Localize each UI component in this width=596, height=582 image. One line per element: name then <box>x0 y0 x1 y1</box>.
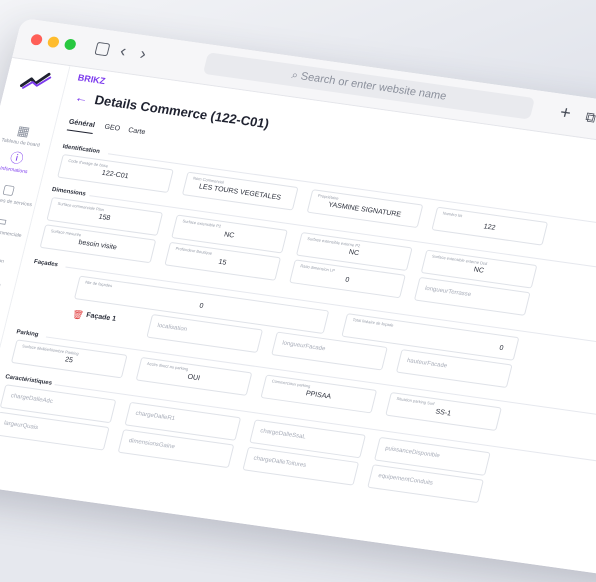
sidebar-item-icon: ▢ <box>1 181 17 198</box>
field-value: LES TOURS VEGETALES <box>198 183 282 202</box>
field-placeholder: chargeDalleAdc <box>10 393 54 405</box>
section-identification-title: Identification <box>61 143 101 156</box>
field-value: 0 <box>498 344 505 353</box>
field-placeholder: largeurQuais <box>3 420 39 432</box>
field-value: 122-C01 <box>100 169 130 181</box>
address-placeholder: Search or enter website name <box>299 70 448 103</box>
field-placeholder: dimensionsGaine <box>127 438 176 451</box>
field-value: 15 <box>217 258 228 267</box>
field-placeholder: hauteurFacade <box>406 357 448 370</box>
minimize-window-button[interactable] <box>46 35 61 49</box>
field-value: OUI <box>186 373 201 383</box>
field-value: NC <box>223 231 236 240</box>
sidebar-item-2[interactable]: ▢ Procédures de services <box>0 179 39 209</box>
field-placeholder: equipementConduits <box>377 473 434 487</box>
field-value: besoin visite <box>77 239 118 252</box>
back-arrow-icon[interactable]: ← <box>73 89 90 105</box>
field-placeholder: chargeDalleSsaL <box>259 428 307 441</box>
field-placeholder: chargeDalleR1 <box>134 410 176 423</box>
tab-geo[interactable]: GEO <box>104 124 121 133</box>
sidebar-item-3[interactable]: ▭Gestion commerciale <box>0 210 32 240</box>
tabs-overview-button[interactable]: ⧉ <box>584 109 596 127</box>
field-value: YASMINE SIGNATURE <box>327 201 402 219</box>
tab-active-indicator <box>66 129 93 134</box>
browser-stage: ▢ ‹ › ⌕ Search or enter website name + ⧉… <box>0 18 596 582</box>
sidebar-item-1[interactable]: ⓘ Informations <box>0 148 47 178</box>
field-value: PPISAA <box>305 390 332 401</box>
new-tab-button[interactable]: + <box>558 102 573 124</box>
sidebar-item-icon: ▭ <box>0 212 10 229</box>
field-placeholder: chargeDalleToitures <box>252 455 307 469</box>
field-placeholder: longueurTerrasse <box>424 285 472 299</box>
back-button[interactable]: ‹ <box>118 41 128 61</box>
browser-window: ▢ ‹ › ⌕ Search or enter website name + ⧉… <box>0 18 596 582</box>
tab-carte[interactable]: Carte <box>127 127 146 136</box>
main-content: BRIKZ ← Details Commerce (122-C01) Génér… <box>0 66 596 582</box>
sidebar-toggle-icon[interactable]: ▢ <box>92 38 113 60</box>
field-placeholder: longueurFacade <box>281 340 326 353</box>
field-label: Total linéaire de façade <box>352 317 395 328</box>
sidebar-item-icon: ◍ <box>0 238 25 260</box>
close-window-button[interactable] <box>29 33 44 46</box>
section-facades-title: Façades <box>33 259 59 269</box>
tab-general[interactable]: Général <box>68 119 96 129</box>
field-placeholder: puissanceDisponible <box>384 445 441 460</box>
brand-name: BRIKZ <box>76 72 107 87</box>
field-placeholder: localisation <box>156 322 188 333</box>
field-value: 122 <box>482 223 497 232</box>
section-parking-title: Parking <box>15 329 39 339</box>
field-value: 158 <box>97 213 112 223</box>
delete-facade-icon[interactable]: 🗑 <box>71 309 85 321</box>
section-dimensions-title: Dimensions <box>51 186 87 198</box>
brikz-logo-icon <box>20 72 52 89</box>
facade-name: Façade 1 <box>85 311 117 323</box>
maximize-window-button[interactable] <box>63 38 78 51</box>
sidebar-item-0[interactable]: ▦ Tableau de board <box>0 120 54 150</box>
forward-button[interactable]: › <box>138 44 148 64</box>
field-value: 0 <box>344 276 350 284</box>
